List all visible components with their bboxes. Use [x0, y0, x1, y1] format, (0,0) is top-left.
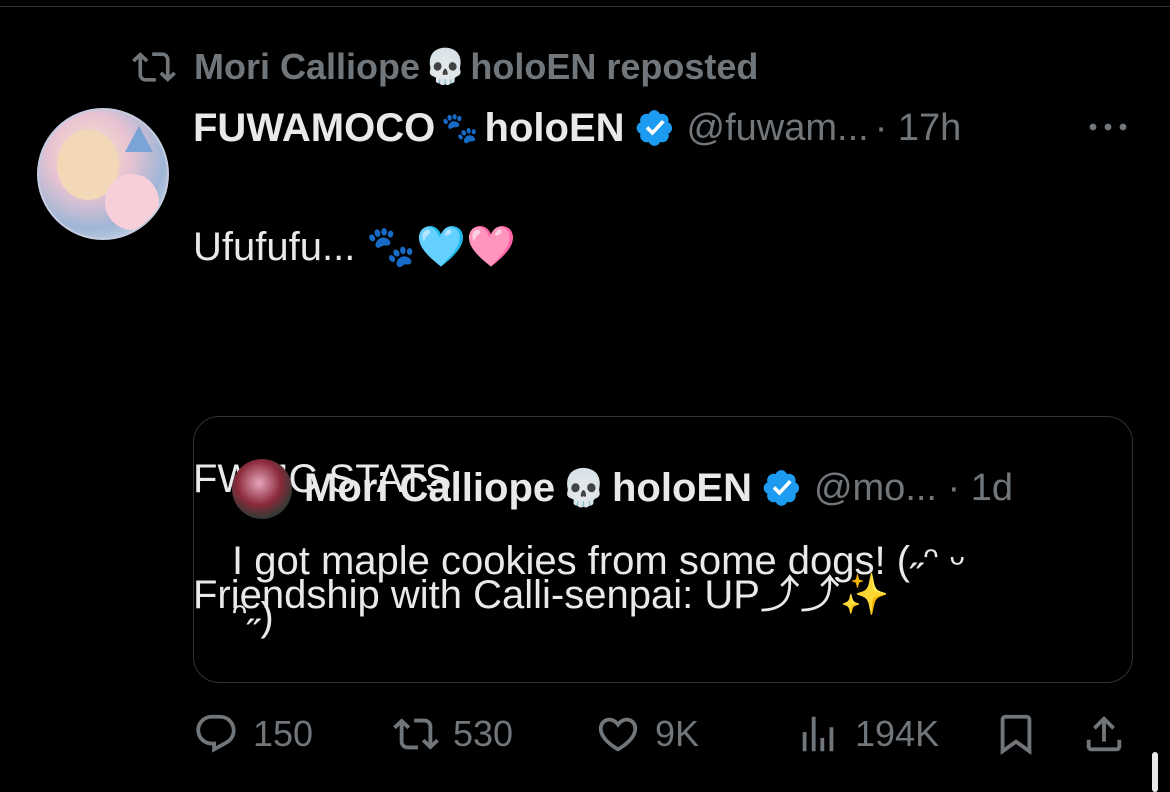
scrollbar[interactable]	[1152, 752, 1158, 792]
quote-text-line: I got maple cookies from some dogs! (˶ᵔ …	[232, 539, 965, 583]
paw-emoji: 🐾	[441, 111, 479, 145]
quote-tweet[interactable]: Mori Calliope 💀 holoEN @mo... · 1d I got…	[193, 416, 1133, 683]
quote-text: I got maple cookies from some dogs! (˶ᵔ …	[232, 533, 1092, 645]
tweet-header: FUWAMOCO 🐾 holoEN @fuwam... · 17h	[193, 104, 961, 152]
tweet-text-line	[193, 334, 1093, 392]
repost-button[interactable]: 530	[393, 708, 513, 760]
author-name[interactable]: FUWAMOCO	[193, 106, 435, 151]
share-icon	[1086, 715, 1122, 752]
avatar-art	[105, 174, 159, 230]
action-bar: 150 530 9K 194K	[193, 708, 1133, 760]
bookmark-icon	[1000, 714, 1032, 755]
views-button[interactable]: 194K	[795, 708, 939, 760]
reply-count: 150	[253, 713, 314, 754]
repost-icon	[393, 718, 439, 750]
views-icon	[802, 716, 834, 752]
avatar-art	[125, 126, 153, 152]
tweet-time[interactable]: · 17h	[875, 107, 962, 150]
quote-header: Mori Calliope 💀 holoEN @mo... · 1d	[304, 462, 1013, 514]
verified-icon	[636, 110, 672, 146]
like-count: 9K	[655, 713, 700, 754]
quote-avatar[interactable]	[232, 459, 292, 519]
avatar[interactable]	[37, 108, 169, 240]
repost-count: 530	[453, 713, 514, 754]
quote-author-name[interactable]: Mori Calliope	[304, 466, 555, 511]
repost-context[interactable]: Mori Calliope 💀 holoEN reposted	[132, 44, 758, 90]
skull-emoji: 💀	[424, 48, 467, 86]
repost-suffix: holoEN reposted	[470, 46, 759, 87]
like-button[interactable]: 9K	[595, 708, 699, 760]
repost-user-name[interactable]: Mori Calliope	[194, 46, 420, 88]
reply-icon	[196, 714, 236, 753]
like-icon	[598, 717, 638, 752]
skull-emoji: 💀	[561, 467, 606, 508]
tweet-text-line: Ufufufu... 🐾🩵🩷	[193, 225, 516, 269]
share-button[interactable]	[1081, 708, 1127, 760]
bookmark-button[interactable]	[993, 708, 1039, 760]
repost-icon	[132, 52, 176, 82]
verified-icon	[763, 470, 800, 506]
author-suffix[interactable]: holoEN	[485, 106, 625, 151]
views-count: 194K	[855, 713, 940, 754]
quote-handle-time[interactable]: @mo... · 1d	[814, 467, 1013, 510]
quote-text-line: ᵔ˶)	[232, 595, 274, 639]
author-handle[interactable]: @fuwam...	[687, 107, 869, 150]
reply-button[interactable]: 150	[193, 708, 313, 760]
top-divider	[0, 6, 1170, 7]
more-icon[interactable]	[1085, 112, 1131, 142]
quote-author-suffix[interactable]: holoEN	[612, 466, 752, 511]
